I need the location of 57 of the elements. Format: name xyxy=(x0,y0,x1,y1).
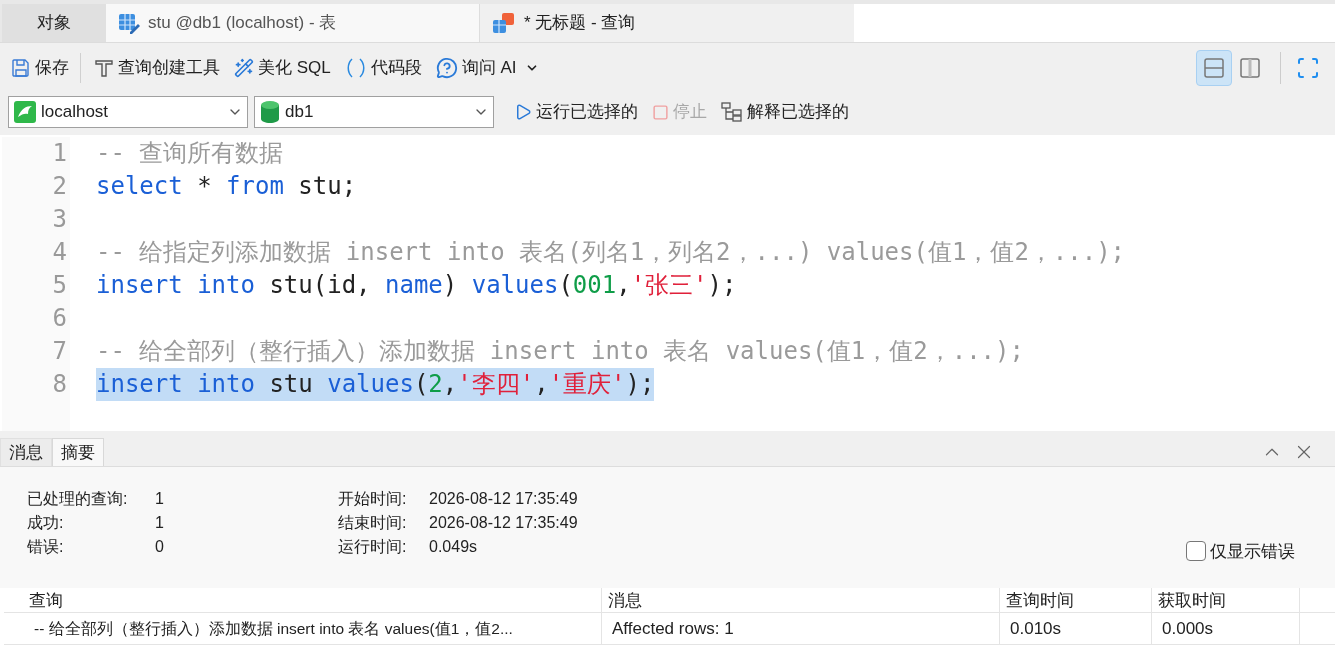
result-tab[interactable]: 摘要 xyxy=(52,438,104,466)
table-cell: -- 给全部列（整行插入）添加数据 insert into 表名 values(值1，值2... xyxy=(4,613,602,644)
play-icon xyxy=(514,103,532,121)
toolbar-button[interactable]: 美化 SQL xyxy=(231,50,334,85)
document-tab[interactable]: 对象 xyxy=(2,4,106,42)
summary-label: 错误: xyxy=(27,537,65,557)
toolbar-button[interactable]: 查询创建工具 xyxy=(91,50,223,85)
database-icon xyxy=(259,100,281,124)
toolbar-button[interactable]: 运行已选择的 xyxy=(514,96,638,128)
summary-value: 0.049s xyxy=(429,537,478,557)
document-tab[interactable]: stu @db1 (localhost) - 表 xyxy=(106,4,480,42)
toolbar-button[interactable]: 询问 AI xyxy=(432,50,542,85)
line-number: 7 xyxy=(52,336,67,367)
toolbar-button[interactable]: 解释已选择的 xyxy=(721,96,849,128)
database-select[interactable]: db1 xyxy=(254,96,494,128)
table-cell: Affected rows: 1 xyxy=(602,613,1000,644)
summary-label: 开始时间: xyxy=(338,489,408,509)
line-number: 3 xyxy=(52,204,67,235)
ai-chat-icon xyxy=(435,56,458,79)
table-icon xyxy=(118,12,140,34)
document-tab[interactable]: * 无标题 - 查询 xyxy=(480,4,854,42)
magic-wand-icon xyxy=(234,57,254,78)
column-header[interactable]: 消息 xyxy=(602,588,1000,612)
code-editor[interactable] xyxy=(0,135,1335,431)
line-number: 5 xyxy=(52,270,67,301)
summary-value: 2026-08-12 17:35:49 xyxy=(429,513,578,533)
table-cell: 0.010s xyxy=(1000,613,1152,644)
summary-value: 0 xyxy=(155,537,164,557)
line-number: 4 xyxy=(52,237,67,268)
connection-select[interactable]: localhost xyxy=(8,96,248,128)
summary-label: 结束时间: xyxy=(338,513,408,533)
summary-value: 1 xyxy=(155,489,164,509)
horizontal-split-icon xyxy=(1203,56,1225,79)
line-number: 1 xyxy=(52,138,67,169)
summary-label: 已处理的查询: xyxy=(27,489,129,509)
summary-label: 运行时间: xyxy=(338,537,408,557)
dolphin-icon xyxy=(13,100,37,124)
toolbar-button[interactable]: 代码段 xyxy=(341,50,425,85)
only-errors-checkbox[interactable]: 仅显示错误 xyxy=(1186,538,1295,564)
stop-icon xyxy=(652,103,669,121)
horizontal-split-button[interactable] xyxy=(1196,49,1232,86)
column-header[interactable]: 查询 xyxy=(4,588,602,612)
result-tab[interactable]: 消息 xyxy=(0,438,52,466)
query-icon xyxy=(492,12,516,34)
line-number: 8 xyxy=(52,369,67,400)
summary-value: 2026-08-12 17:35:49 xyxy=(429,489,578,509)
summary-label: 成功: xyxy=(27,513,65,533)
table-cell: 0.000s xyxy=(1152,613,1300,644)
flowchart-icon xyxy=(721,102,743,122)
fullscreen-icon xyxy=(1296,55,1320,80)
line-number: 2 xyxy=(52,171,67,202)
column-header[interactable]: 查询时间 xyxy=(1000,588,1152,612)
line-number: 6 xyxy=(52,303,67,334)
vertical-split-icon xyxy=(1239,56,1261,79)
column-header[interactable]: 获取时间 xyxy=(1152,588,1300,612)
summary-value: 1 xyxy=(155,513,164,533)
toolbar-button[interactable]: 保存 xyxy=(8,50,72,85)
